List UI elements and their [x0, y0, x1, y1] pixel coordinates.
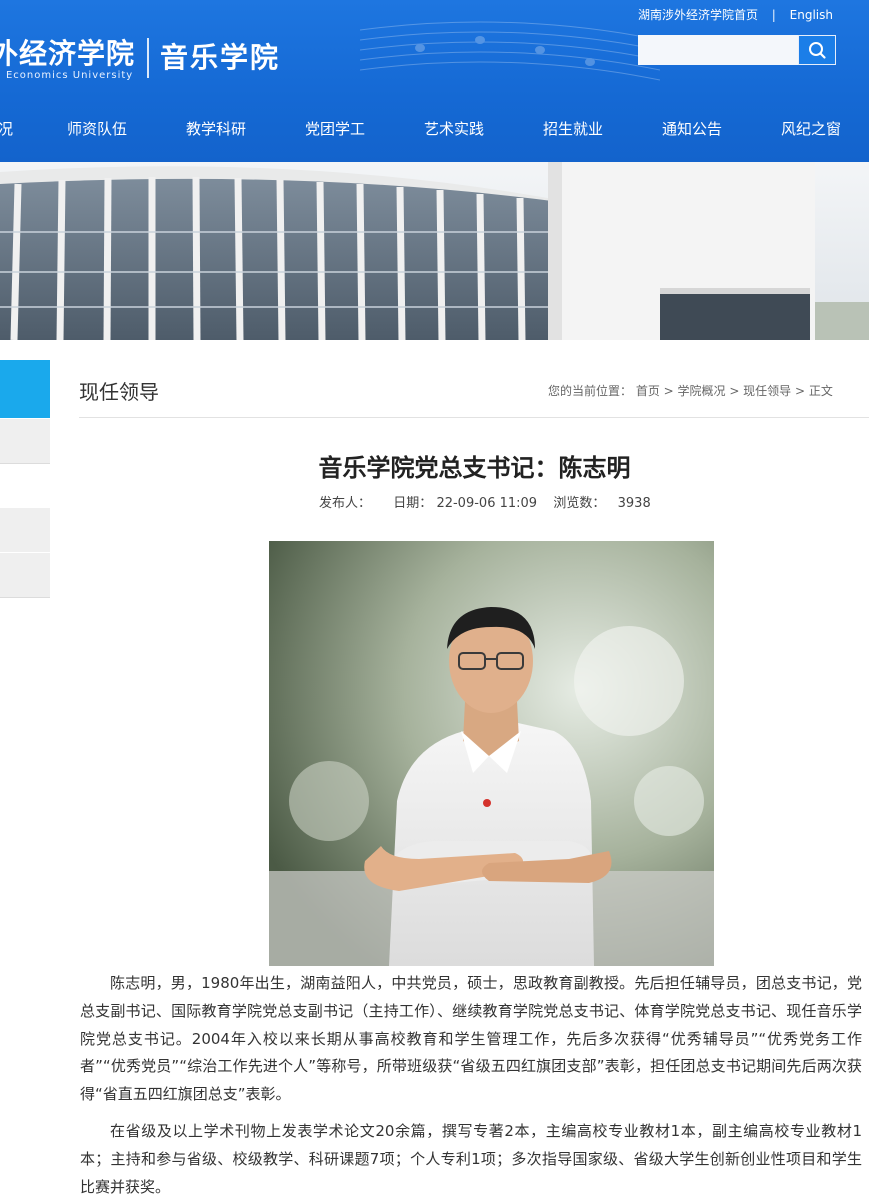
- view-count: 3938: [617, 496, 651, 511]
- portrait-photo: [269, 541, 714, 966]
- university-home-link[interactable]: 湖南涉外经济学院首页: [638, 8, 758, 22]
- article-paragraph: 在省级及以上学术刊物上发表学术论文20余篇，撰写专著2本，主编高校专业教材1本，…: [80, 1122, 862, 1196]
- section-divider: [79, 417, 869, 418]
- search-button[interactable]: [798, 35, 836, 65]
- nav-item-faculty[interactable]: 师资队伍: [67, 118, 127, 139]
- nav-item-teaching-research[interactable]: 教学科研: [186, 118, 246, 139]
- views-label: 浏览数：: [553, 496, 606, 511]
- nav-item-party-student[interactable]: 党团学工: [305, 118, 365, 139]
- search-icon: [809, 42, 826, 59]
- sidebar-divider: [0, 597, 50, 598]
- nav-item-notices[interactable]: 通知公告: [662, 118, 722, 139]
- search-box: [638, 35, 836, 65]
- nav-item-overview[interactable]: 况: [0, 118, 13, 139]
- sidebar-item[interactable]: [0, 508, 50, 552]
- nav-item-art-practice[interactable]: 艺术实践: [424, 118, 484, 139]
- article-date: 22-09-06 11:09: [436, 496, 538, 511]
- article-paragraph: 陈志明，男，1980年出生，湖南益阳人，中共党员，硕士，思政教育副教授。先后担任…: [80, 974, 862, 1104]
- music-staff-decoration: [360, 21, 660, 81]
- top-links: 湖南涉外经济学院首页 | English: [638, 6, 833, 23]
- top-links-separator: |: [771, 8, 776, 22]
- article-meta: 发布人： 日期： 22-09-06 11:09 浏览数： 3938: [319, 492, 651, 511]
- date-label: 日期：: [393, 496, 433, 511]
- article-title: 音乐学院党总支书记：陈志明: [318, 454, 631, 482]
- sidebar-item[interactable]: [0, 553, 50, 597]
- english-link[interactable]: English: [790, 8, 833, 22]
- section-title: 现任领导: [79, 380, 159, 404]
- publisher-label: 发布人：: [319, 496, 372, 511]
- site-header: 外经济学院 l Economics University 音乐学院 湖南涉外经济…: [0, 0, 869, 162]
- campus-banner-image: [0, 162, 869, 340]
- college-name: 音乐学院: [160, 41, 281, 74]
- search-input[interactable]: [638, 35, 798, 65]
- main-nav: 况 师资队伍 教学科研 党团学工 艺术实践 招生就业 通知公告 风纪之窗: [0, 112, 869, 148]
- nav-item-discipline[interactable]: 风纪之窗: [781, 118, 841, 139]
- logo-divider: [147, 38, 149, 78]
- breadcrumb[interactable]: 您的当前位置： 首页 > 学院概况 > 现任领导 > 正文: [548, 382, 833, 399]
- sidebar-item-active[interactable]: [0, 360, 50, 418]
- nav-item-admissions[interactable]: 招生就业: [543, 118, 603, 139]
- university-name-english: l Economics University: [0, 70, 134, 81]
- university-name: 外经济学院: [0, 37, 136, 70]
